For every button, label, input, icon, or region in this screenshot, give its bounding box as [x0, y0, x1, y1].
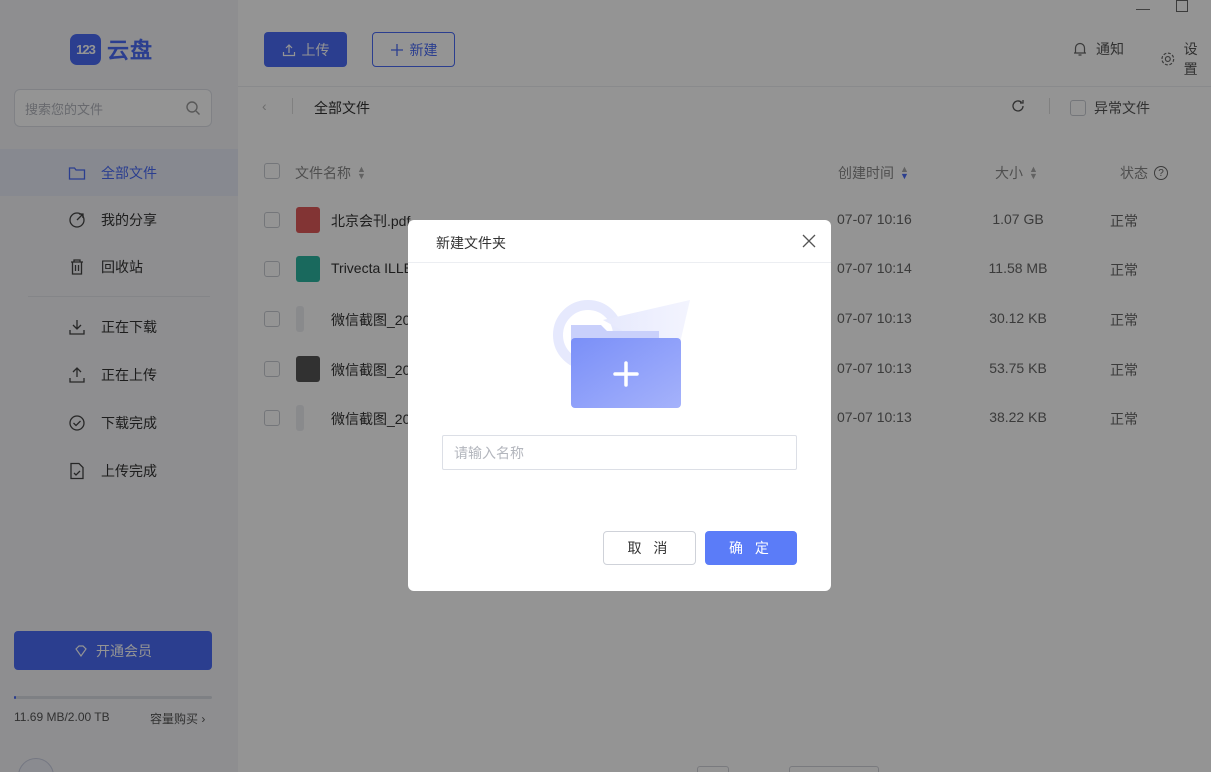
dialog-divider — [408, 262, 831, 263]
dialog-title: 新建文件夹 — [436, 235, 506, 251]
confirm-button[interactable]: 确 定 — [705, 531, 797, 565]
close-icon[interactable] — [801, 233, 817, 249]
new-folder-illustration-icon — [553, 300, 690, 408]
new-folder-dialog: 新建文件夹 取 消 确 定 — [408, 220, 831, 591]
cancel-button[interactable]: 取 消 — [603, 531, 696, 565]
folder-name-input[interactable] — [442, 435, 797, 470]
